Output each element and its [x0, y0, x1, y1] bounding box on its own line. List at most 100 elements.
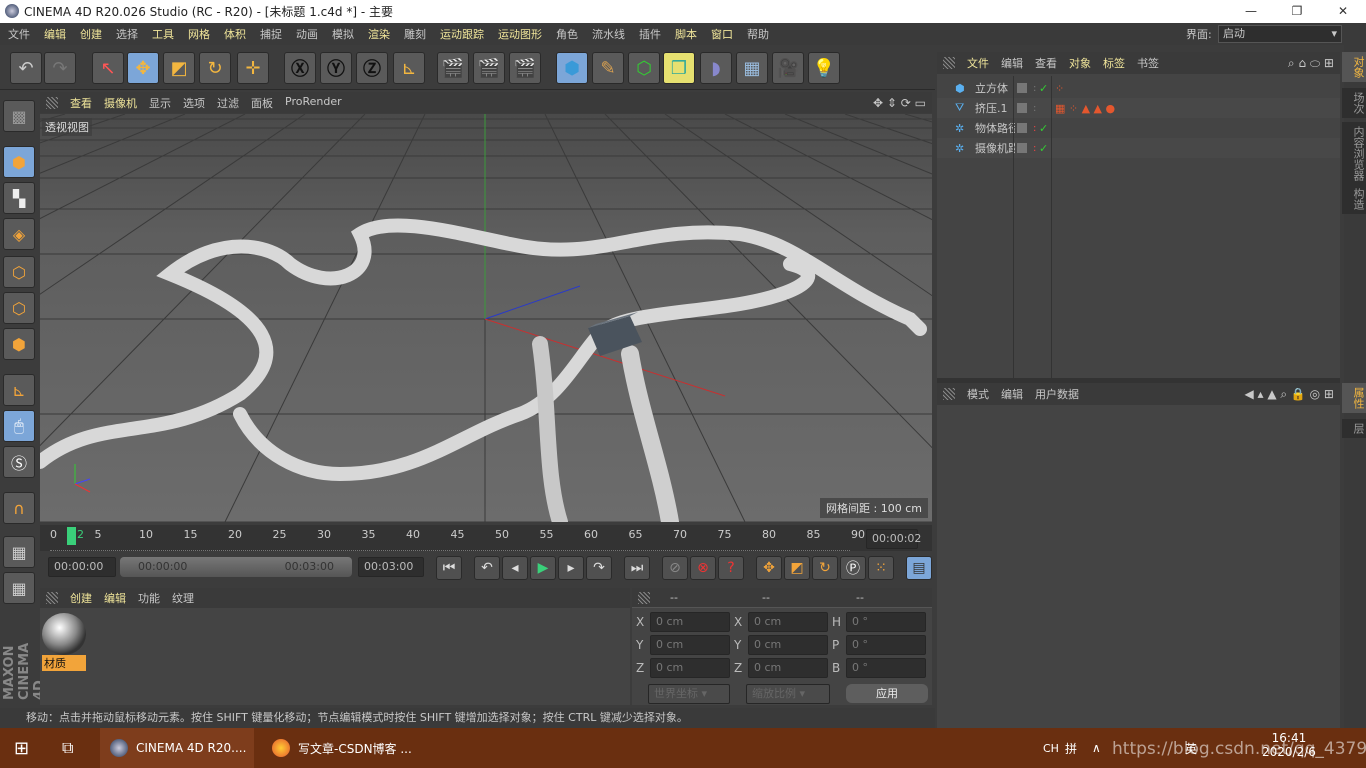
- points-mode-button[interactable]: ⬡: [3, 256, 35, 288]
- prev-frame-button[interactable]: ◂: [502, 556, 528, 580]
- side-tab[interactable]: 构造: [1342, 184, 1366, 214]
- axis-mode-button[interactable]: ⊾: [3, 374, 35, 406]
- z-axis-button[interactable]: Ⓩ: [356, 52, 388, 84]
- move-tool-button[interactable]: ✥: [127, 52, 159, 84]
- object-row[interactable]: ⛛ 挤压.1: ▦ ⁘ ▲ ▲ ●: [937, 98, 1340, 118]
- menu-item[interactable]: 选择: [116, 26, 138, 42]
- menu-item[interactable]: 插件: [639, 26, 661, 42]
- panel-menu-item[interactable]: 显示: [149, 95, 171, 111]
- key-param-button[interactable]: Ⓟ: [840, 556, 866, 580]
- ime-indicator[interactable]: CH: [1043, 728, 1059, 768]
- panel-menu-item[interactable]: 纹理: [172, 590, 194, 606]
- viewport-perspective[interactable]: 透视视图 网格间距 : 100 cm: [40, 114, 932, 522]
- panel-menu-item[interactable]: ProRender: [285, 95, 342, 111]
- layer-dots-icon[interactable]: :: [1033, 123, 1036, 134]
- layer-dots-icon[interactable]: :: [1033, 83, 1036, 94]
- key-scale-button[interactable]: ◩: [784, 556, 810, 580]
- enabled-check-icon[interactable]: ✓: [1039, 142, 1048, 155]
- material-item[interactable]: 材质: [42, 613, 86, 673]
- maximize-button[interactable]: ❐: [1274, 0, 1320, 23]
- enabled-check-icon[interactable]: ✓: [1039, 122, 1048, 135]
- panel-menu-item[interactable]: 标签: [1103, 55, 1125, 71]
- subdivision-button[interactable]: ⬡: [628, 52, 660, 84]
- coord-field[interactable]: 0 °: [846, 612, 926, 632]
- coord-field[interactable]: 0 cm: [748, 635, 828, 655]
- taskbar-app-firefox[interactable]: 写文章-CSDN博客 ...: [262, 728, 418, 768]
- menu-item[interactable]: 捕捉: [260, 26, 282, 42]
- panel-menu-item[interactable]: 功能: [138, 590, 160, 606]
- coord-field[interactable]: 0 cm: [650, 612, 730, 632]
- recent-tool-button[interactable]: ✛: [237, 52, 269, 84]
- select-tool-button[interactable]: ↖: [92, 52, 124, 84]
- visibility-toggle[interactable]: [1017, 103, 1027, 113]
- camera-button[interactable]: 🎥: [772, 52, 804, 84]
- panel-menu-item[interactable]: 过滤: [217, 95, 239, 111]
- menu-item[interactable]: 体积: [224, 26, 246, 42]
- panel-menu-item[interactable]: 用户数据: [1035, 386, 1079, 402]
- menu-item[interactable]: 流水线: [592, 26, 625, 42]
- side-tab[interactable]: 对象: [1342, 52, 1366, 82]
- coord-system-button[interactable]: ⊾: [393, 52, 425, 84]
- prev-key-button[interactable]: ↶: [474, 556, 500, 580]
- panel-menu-item[interactable]: 文件: [967, 55, 989, 71]
- visibility-toggle[interactable]: [1017, 123, 1027, 133]
- texture-mode-button[interactable]: ▚: [3, 182, 35, 214]
- snap-button[interactable]: Ⓢ: [3, 446, 35, 478]
- coord-field[interactable]: 0 °: [846, 658, 926, 678]
- current-time-field[interactable]: 00:00:02: [866, 529, 921, 549]
- render-settings-button[interactable]: 🎬: [509, 52, 541, 84]
- panel-menu-item[interactable]: 编辑: [1001, 55, 1023, 71]
- menu-item[interactable]: 窗口: [711, 26, 733, 42]
- keyframe-selection-button[interactable]: ?: [718, 556, 744, 580]
- key-pla-button[interactable]: ⁙: [868, 556, 894, 580]
- light-button[interactable]: 💡: [808, 52, 840, 84]
- floor-button[interactable]: ▦: [736, 52, 768, 84]
- menu-item[interactable]: 渲染: [368, 26, 390, 42]
- y-axis-button[interactable]: Ⓨ: [320, 52, 352, 84]
- magnet-button[interactable]: ∩: [3, 492, 35, 524]
- panel-menu-item[interactable]: 面板: [251, 95, 273, 111]
- planar-workplane-button[interactable]: ▦: [3, 572, 35, 604]
- tray-overflow-icon[interactable]: ∧: [1092, 728, 1101, 768]
- side-tab[interactable]: 内容浏览器: [1342, 122, 1366, 185]
- timeline-ruler[interactable]: 0 5 10 15 20 25 30 35 40 45 50 55 60 65 70 75 80 85 90 2: [40, 525, 932, 551]
- edges-mode-button[interactable]: ⬡: [3, 292, 35, 324]
- menu-item[interactable]: 模拟: [332, 26, 354, 42]
- coord-field[interactable]: 0 °: [846, 635, 926, 655]
- x-axis-button[interactable]: Ⓧ: [284, 52, 316, 84]
- side-tab[interactable]: 层: [1342, 419, 1366, 438]
- goto-start-button[interactable]: ⏮: [436, 556, 462, 580]
- panel-menu-item[interactable]: 查看: [1035, 55, 1057, 71]
- side-tab[interactable]: 属性: [1342, 383, 1366, 413]
- panel-menu-item[interactable]: 编辑: [1001, 386, 1023, 402]
- next-frame-button[interactable]: ▸: [558, 556, 584, 580]
- coord-field[interactable]: 0 cm: [650, 658, 730, 678]
- ime-mode[interactable]: 拼: [1065, 728, 1077, 768]
- cube-button[interactable]: ⬢: [556, 52, 588, 84]
- autokey-button[interactable]: ⊗: [690, 556, 716, 580]
- render-view-button[interactable]: 🎬: [437, 52, 469, 84]
- menu-item[interactable]: 工具: [152, 26, 174, 42]
- record-button[interactable]: ⊘: [662, 556, 688, 580]
- deformer-button[interactable]: ◗: [700, 52, 732, 84]
- start-time-field[interactable]: 00:00:00: [48, 557, 116, 577]
- coord-field[interactable]: 0 cm: [748, 658, 828, 678]
- menu-item[interactable]: 雕刻: [404, 26, 426, 42]
- panel-menu-item[interactable]: 对象: [1069, 55, 1091, 71]
- visibility-toggle[interactable]: [1017, 83, 1027, 93]
- key-position-button[interactable]: ✥: [756, 556, 782, 580]
- menu-item[interactable]: 动画: [296, 26, 318, 42]
- start-button[interactable]: ⊞: [14, 728, 29, 768]
- workplane-button[interactable]: ◈: [3, 218, 35, 250]
- menu-item[interactable]: 角色: [556, 26, 578, 42]
- array-button[interactable]: ❒: [663, 52, 695, 84]
- om-tools-icons[interactable]: ⌕ ⌂ ⬭ ⊞: [1288, 56, 1334, 71]
- panel-menu-item[interactable]: 编辑: [104, 590, 126, 606]
- task-view-button[interactable]: ⧉: [62, 728, 73, 768]
- am-tools-icons[interactable]: ◀ ▴ ▲ ⌕ 🔒 ◎ ⊞: [1244, 387, 1334, 402]
- tags-icons[interactable]: ⁘: [1055, 82, 1064, 95]
- menu-item[interactable]: 运动图形: [498, 26, 542, 42]
- pen-button[interactable]: ✎: [592, 52, 624, 84]
- key-rotation-button[interactable]: ↻: [812, 556, 838, 580]
- playhead[interactable]: [67, 527, 76, 545]
